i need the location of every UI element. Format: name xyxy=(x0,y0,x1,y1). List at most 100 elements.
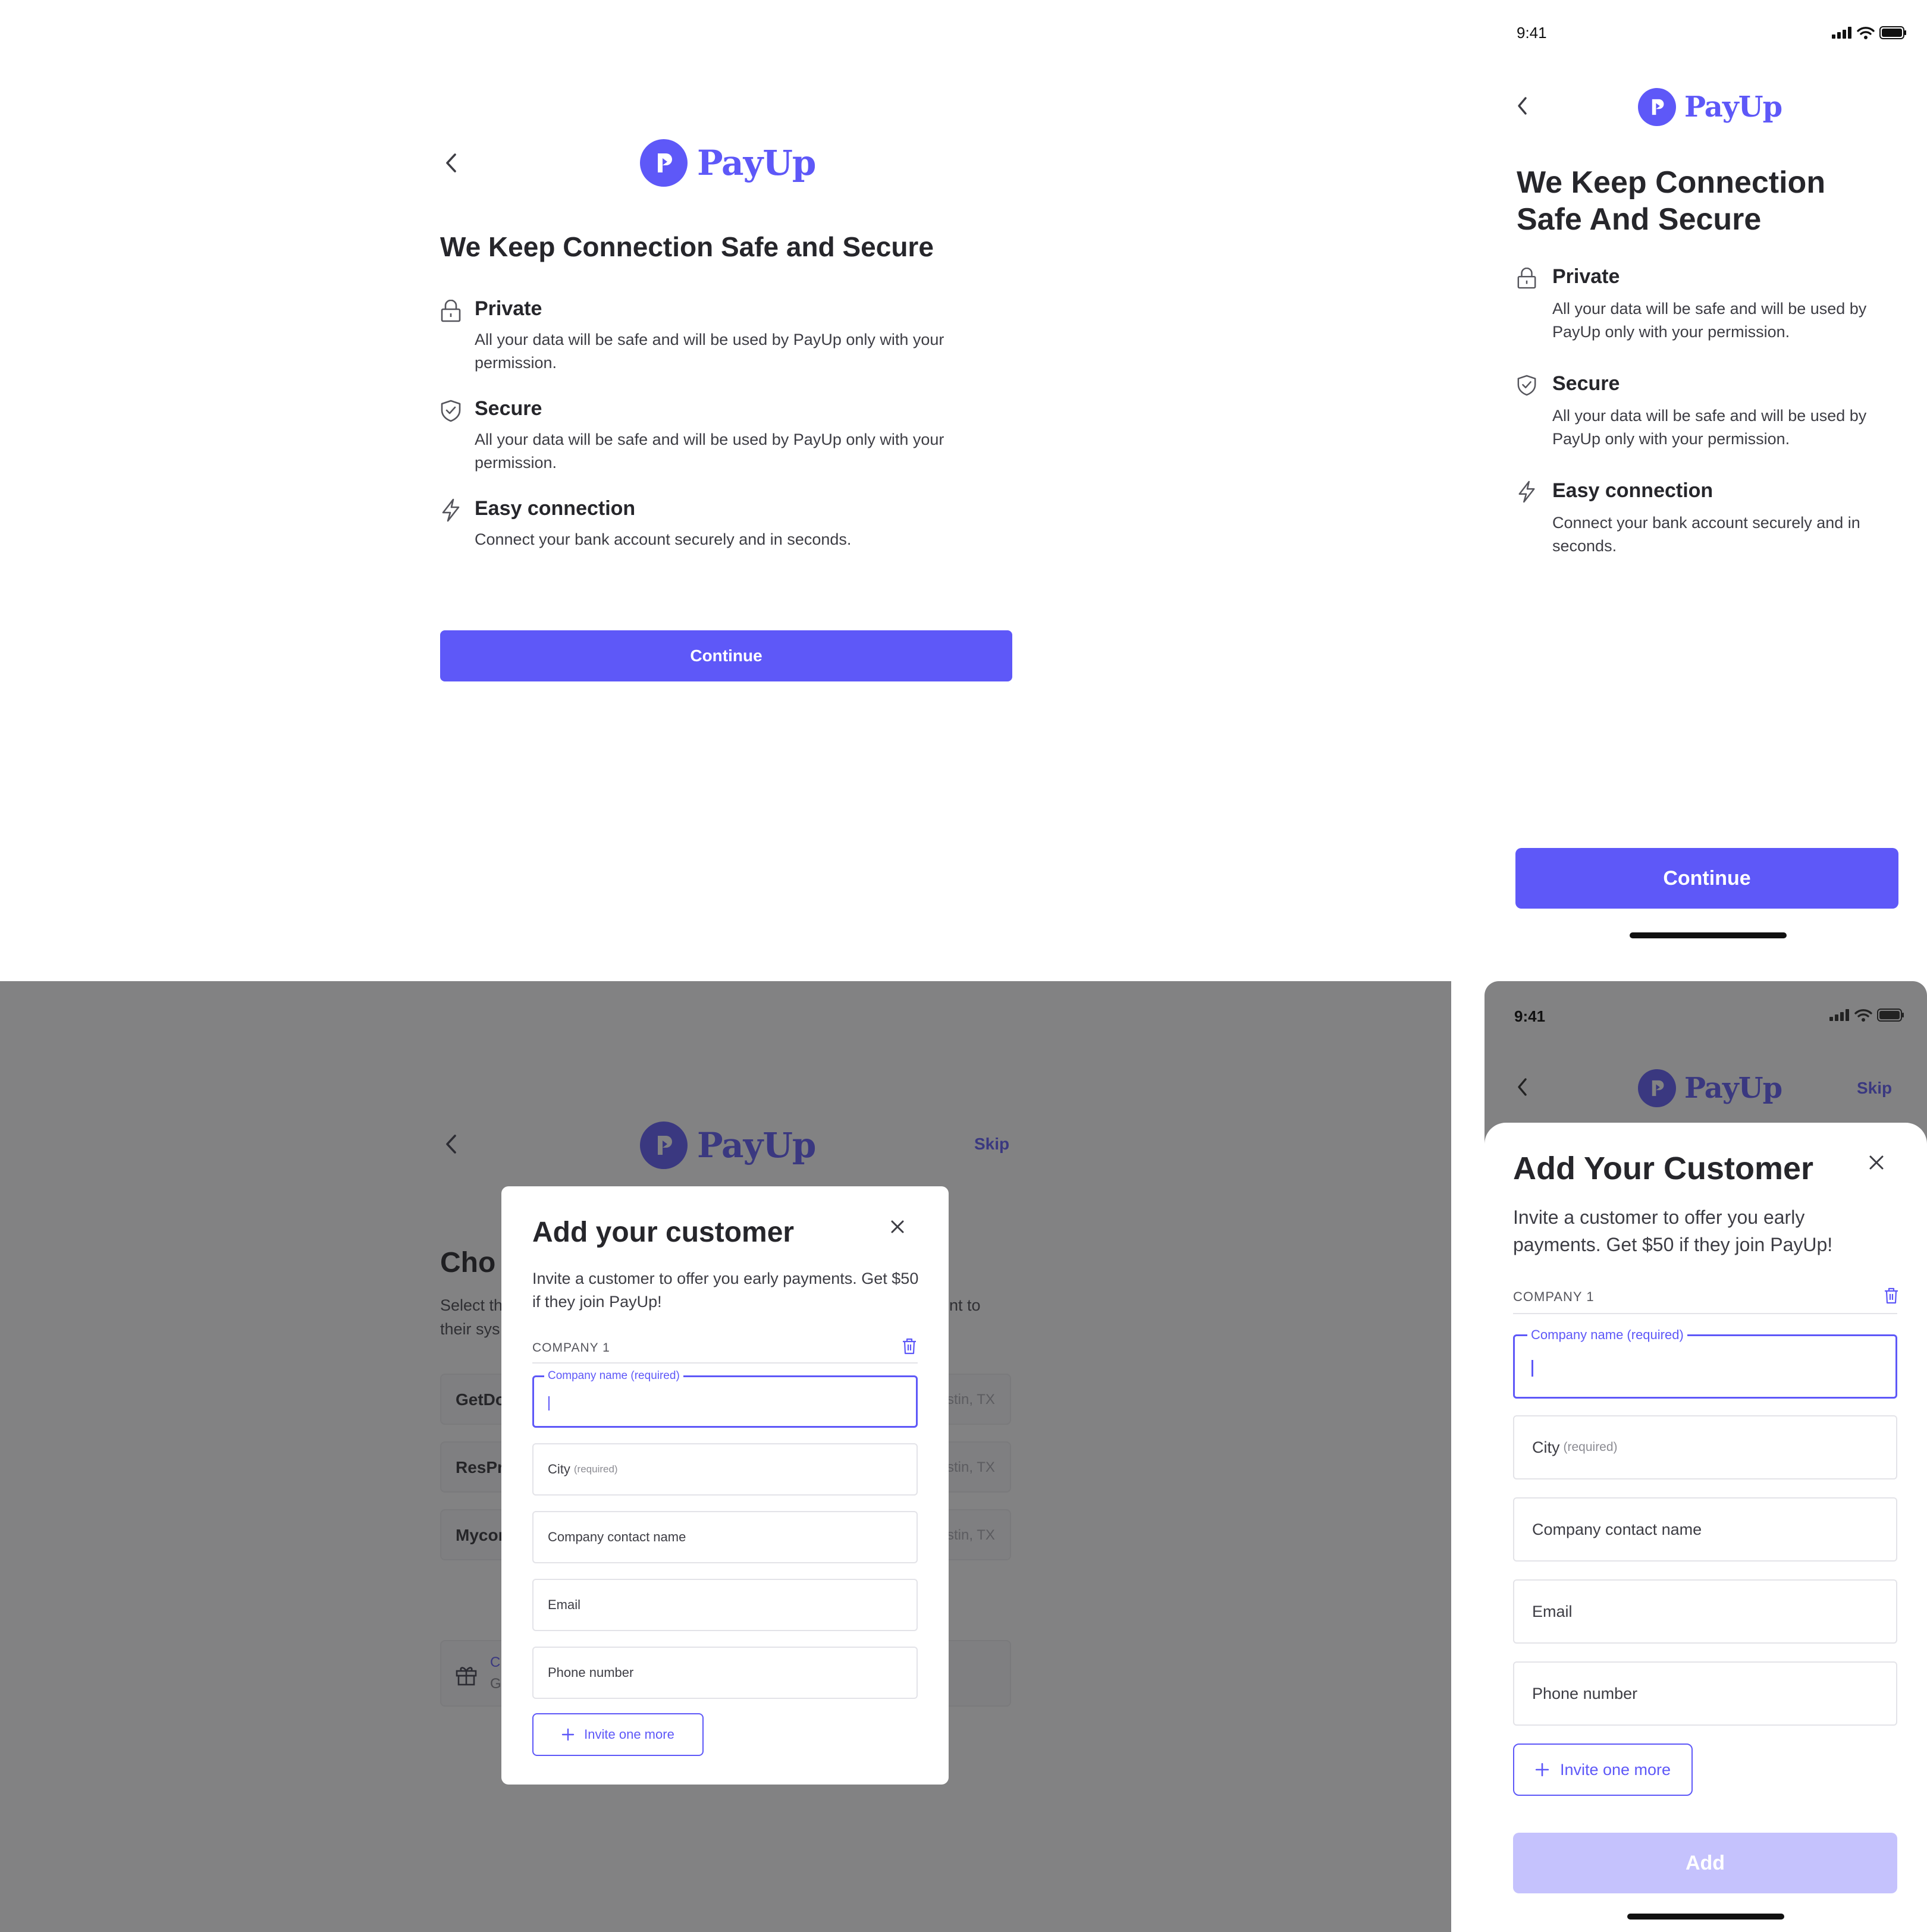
chevron-left-icon xyxy=(1518,97,1527,115)
web-add-customer-screen: PayUp Skip Cho Select th nt to their sys… xyxy=(0,981,1451,1932)
contact-name-field[interactable]: Company contact name xyxy=(1513,1497,1897,1562)
company-location: stin, TX xyxy=(947,1527,995,1543)
add-button[interactable]: Add xyxy=(1513,1833,1897,1893)
payup-logo: PayUp xyxy=(1638,1069,1782,1107)
city-field[interactable]: City (required) xyxy=(532,1443,918,1496)
close-icon xyxy=(1869,1155,1884,1170)
required-hint: (required) xyxy=(1563,1440,1618,1454)
mobile-connection-screen: 9:41 PayUp We Keep Connection Safe And S… xyxy=(1488,0,1927,981)
status-icons xyxy=(1829,1009,1904,1022)
page-title: We Keep Connection Safe And Secure xyxy=(1517,164,1825,238)
close-icon xyxy=(891,1220,904,1233)
modal-subtitle: Invite a customer to offer you early pay… xyxy=(1513,1207,1833,1256)
feature-title: Private xyxy=(1552,265,1620,288)
feature-description: All your data will be safe and will be u… xyxy=(475,331,944,372)
company-name: GetDo xyxy=(456,1390,506,1409)
battery-icon xyxy=(1877,1009,1904,1022)
payup-logo: PayUp xyxy=(1638,88,1782,126)
lock-icon xyxy=(1517,268,1536,289)
company-location: stin, TX xyxy=(947,1459,995,1475)
close-button[interactable] xyxy=(888,1217,907,1236)
company-name: ResPr xyxy=(456,1458,504,1477)
payup-logo-text: PayUp xyxy=(697,1125,816,1166)
modal-title: Add Your Customer xyxy=(1513,1151,1814,1186)
phone-field[interactable]: Phone number xyxy=(532,1647,918,1699)
payup-logo-icon xyxy=(640,139,688,187)
company-name-label: Company name (required) xyxy=(544,1369,683,1383)
section-divider xyxy=(532,1362,918,1364)
shield-check-icon xyxy=(441,400,461,422)
feature-title: Secure xyxy=(1552,372,1620,395)
company-name-label: Company name (required) xyxy=(1527,1327,1687,1343)
company-name: Mycor xyxy=(456,1526,505,1544)
background-title: Cho xyxy=(440,1247,496,1278)
modal-title: Add your customer xyxy=(532,1217,795,1248)
back-button[interactable] xyxy=(1513,95,1533,117)
status-time: 9:41 xyxy=(1514,1007,1546,1025)
background-description-tail: nt to xyxy=(949,1296,981,1314)
feature-description: Connect your bank account securely and i… xyxy=(475,530,852,548)
payup-logo-icon xyxy=(640,1121,688,1169)
page-title-line: We Keep Connection xyxy=(1517,165,1826,200)
company-name-field[interactable] xyxy=(532,1375,918,1428)
payup-logo-text: PayUp xyxy=(1684,90,1782,124)
back-button[interactable] xyxy=(440,151,464,175)
add-customer-modal: Add your customer Invite a customer to o… xyxy=(501,1186,949,1785)
page-title: We Keep Connection Safe and Secure xyxy=(440,231,934,262)
trash-icon xyxy=(1885,1287,1898,1304)
gift-banner-title: C xyxy=(490,1654,501,1670)
company-name-field[interactable] xyxy=(1513,1334,1897,1399)
invite-one-more-label: Invite one more xyxy=(584,1727,674,1742)
invite-one-more-label: Invite one more xyxy=(1559,1760,1671,1779)
gift-icon xyxy=(456,1667,477,1686)
feature-title: Private xyxy=(475,297,542,320)
payup-logo: PayUp xyxy=(640,1121,816,1169)
company-section-label: COMPANY 1 xyxy=(532,1341,610,1355)
plus-icon xyxy=(561,1728,575,1741)
payup-logo-text: PayUp xyxy=(697,143,816,183)
signal-icon xyxy=(1832,27,1851,39)
city-label: City xyxy=(1532,1438,1560,1456)
company-section-label: COMPANY 1 xyxy=(1513,1289,1595,1304)
back-button[interactable] xyxy=(440,1132,464,1156)
text-caret xyxy=(1531,1360,1533,1377)
lock-icon xyxy=(441,300,461,322)
gift-banner-text: G xyxy=(490,1676,501,1692)
continue-button[interactable]: Continue xyxy=(440,630,1012,681)
delete-company-button[interactable] xyxy=(1883,1287,1900,1305)
company-location: stin, TX xyxy=(947,1391,995,1408)
email-field[interactable]: Email xyxy=(1513,1579,1897,1644)
status-icons xyxy=(1832,26,1907,39)
chevron-left-icon xyxy=(446,1135,456,1154)
back-button[interactable] xyxy=(1513,1076,1533,1098)
delete-company-button[interactable] xyxy=(901,1337,918,1355)
chevron-left-icon xyxy=(446,153,456,172)
signal-icon xyxy=(1829,1009,1849,1021)
city-label: City xyxy=(548,1462,570,1477)
lightning-icon xyxy=(442,498,460,522)
phone-field[interactable]: Phone number xyxy=(1513,1661,1897,1726)
invite-one-more-button[interactable]: Invite one more xyxy=(532,1713,704,1756)
continue-button[interactable]: Continue xyxy=(1515,848,1898,909)
skip-link[interactable]: Skip xyxy=(1857,1079,1892,1098)
web-connection-screen: PayUp We Keep Connection Safe and Secure… xyxy=(0,0,1451,981)
add-customer-sheet: Add Your Customer Invite a customer to o… xyxy=(1485,1123,1927,1932)
payup-logo-icon xyxy=(1638,88,1676,126)
skip-link[interactable]: Skip xyxy=(974,1135,1009,1154)
feature-title: Secure xyxy=(475,397,542,420)
feature-title: Easy connection xyxy=(1552,479,1713,502)
contact-name-field[interactable]: Company contact name xyxy=(532,1511,918,1563)
city-field[interactable]: City (required) xyxy=(1513,1415,1897,1479)
close-button[interactable] xyxy=(1866,1152,1887,1173)
page-title-line: Safe And Secure xyxy=(1517,202,1762,237)
email-field[interactable]: Email xyxy=(532,1579,918,1631)
feature-title: Easy connection xyxy=(475,497,636,520)
invite-one-more-button[interactable]: Invite one more xyxy=(1513,1743,1693,1796)
status-time: 9:41 xyxy=(1517,24,1547,42)
shield-check-icon xyxy=(1517,375,1536,396)
home-indicator xyxy=(1627,1914,1784,1920)
payup-logo: PayUp xyxy=(640,139,816,187)
section-divider xyxy=(1513,1313,1897,1314)
plus-icon xyxy=(1535,1763,1549,1777)
feature-description: Connect your bank account securely and i… xyxy=(1552,514,1860,555)
